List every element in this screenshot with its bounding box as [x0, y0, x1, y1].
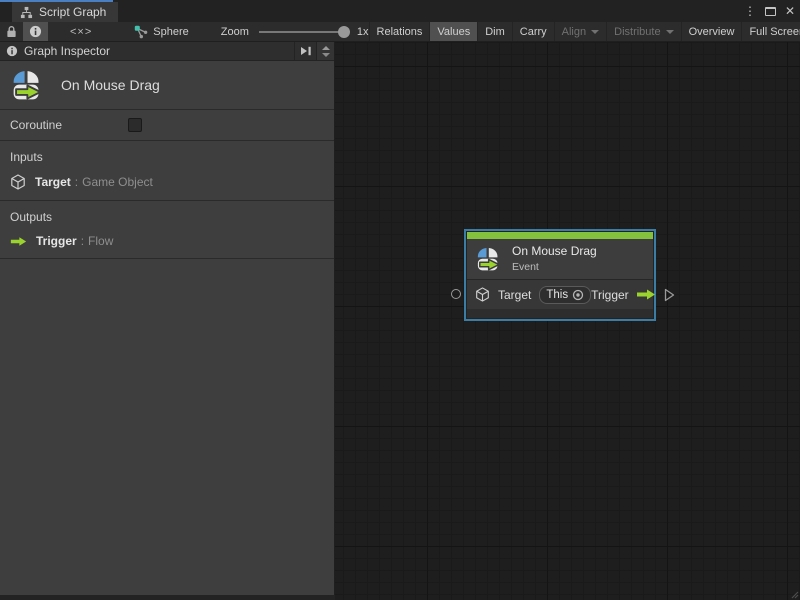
input-port-type: Game Object — [82, 175, 153, 189]
coroutine-row: Coroutine — [0, 110, 334, 141]
carry-button[interactable]: Carry — [513, 22, 554, 41]
zoom-slider-knob[interactable] — [338, 26, 350, 38]
lock-icon — [6, 25, 17, 38]
align-button[interactable]: Align — [555, 22, 606, 41]
inputs-heading: Inputs — [10, 150, 324, 164]
output-port-name: Trigger — [36, 234, 77, 248]
overview-button[interactable]: Overview — [682, 22, 742, 41]
info-icon — [6, 45, 18, 57]
selected-node-summary: On Mouse Drag — [0, 61, 334, 110]
node-input-label: Target — [498, 288, 531, 302]
inspector-header: Graph Inspector — [0, 42, 334, 61]
window-menu-icon[interactable]: ⋮ — [742, 5, 758, 17]
resize-grip-icon[interactable] — [790, 590, 799, 599]
inspector-toggle-button[interactable] — [23, 22, 48, 41]
title-bar: Script Graph ⋮ ✕ — [0, 0, 800, 22]
toolbar-view-buttons: Relations Values Dim Carry Align Distrib… — [369, 22, 800, 41]
node-output-label: Trigger — [591, 288, 629, 302]
node-title: On Mouse Drag — [512, 244, 597, 258]
graph-asset-name: Sphere — [153, 26, 188, 38]
zoom-label: Zoom — [221, 26, 249, 38]
maximize-icon[interactable] — [765, 7, 776, 16]
coroutine-checkbox[interactable] — [128, 118, 142, 132]
zoom-slider[interactable] — [259, 31, 349, 33]
input-port-row: Target : Game Object — [10, 174, 324, 190]
flow-arrow-icon — [10, 236, 27, 247]
code-icon: <×> — [70, 26, 92, 38]
dropdown-arrow-icon — [591, 30, 599, 34]
inputs-section: Inputs Target : Game Object — [0, 141, 334, 201]
input-port-name: Target — [35, 175, 71, 189]
output-port-row: Trigger : Flow — [10, 234, 324, 248]
tab-script-graph[interactable]: Script Graph — [12, 2, 118, 22]
info-icon — [29, 25, 42, 38]
graph-toolbar: <×> Sphere Zoom 1x Relations Values Dim … — [0, 22, 800, 42]
scroll-down-icon[interactable] — [322, 53, 330, 57]
game-object-cube-icon — [475, 287, 490, 302]
graph-inspector-panel: Graph Inspector On Mouse Drag — [0, 42, 335, 595]
panel-bottom-strip — [0, 595, 335, 600]
node-subtitle: Event — [512, 261, 597, 273]
edit-source-button[interactable]: <×> — [48, 22, 114, 41]
outputs-section: Outputs Trigger : Flow — [0, 201, 334, 259]
node-output-port[interactable] — [664, 288, 675, 302]
scroll-up-icon[interactable] — [322, 46, 330, 50]
on-mouse-drag-node[interactable]: On Mouse Drag Event Target This — [464, 229, 656, 321]
script-graph-icon — [20, 6, 33, 19]
mouse-drag-icon — [475, 247, 501, 271]
fullscreen-button[interactable]: Full Screen — [742, 22, 800, 41]
panel-scroll-stepper[interactable] — [316, 42, 334, 60]
target-picker-icon — [572, 289, 584, 301]
zoom-value: 1x — [357, 26, 369, 38]
node-event-color-bar — [467, 232, 653, 239]
flow-arrow-icon — [636, 288, 656, 301]
mouse-drag-icon — [10, 70, 43, 100]
inspector-node-title: On Mouse Drag — [61, 77, 160, 93]
dropdown-arrow-icon — [666, 30, 674, 34]
values-button[interactable]: Values — [430, 22, 477, 41]
graph-asset-icon — [134, 25, 148, 39]
dock-icon — [300, 46, 312, 56]
node-footer — [467, 309, 653, 318]
graph-asset-button[interactable]: Sphere — [128, 22, 194, 41]
node-input-port[interactable] — [451, 289, 461, 299]
target-value-chip[interactable]: This — [539, 286, 591, 304]
output-port-type: Flow — [88, 234, 113, 248]
outputs-heading: Outputs — [10, 210, 324, 224]
node-port-row: Target This Trigger — [467, 280, 653, 309]
window-controls: ⋮ ✕ — [742, 0, 797, 22]
relations-button[interactable]: Relations — [370, 22, 430, 41]
dim-button[interactable]: Dim — [478, 22, 512, 41]
tab-label: Script Graph — [39, 5, 106, 19]
dock-panel-button[interactable] — [294, 42, 316, 60]
distribute-button[interactable]: Distribute — [607, 22, 680, 41]
coroutine-label: Coroutine — [10, 118, 128, 132]
node-header: On Mouse Drag Event — [467, 239, 653, 279]
close-icon[interactable]: ✕ — [783, 5, 797, 17]
zoom-control: Zoom 1x — [221, 22, 369, 41]
lock-button[interactable] — [0, 22, 23, 41]
inspector-title: Graph Inspector — [24, 44, 110, 58]
graph-canvas[interactable]: On Mouse Drag Event Target This — [335, 42, 800, 600]
game-object-cube-icon — [10, 174, 26, 190]
